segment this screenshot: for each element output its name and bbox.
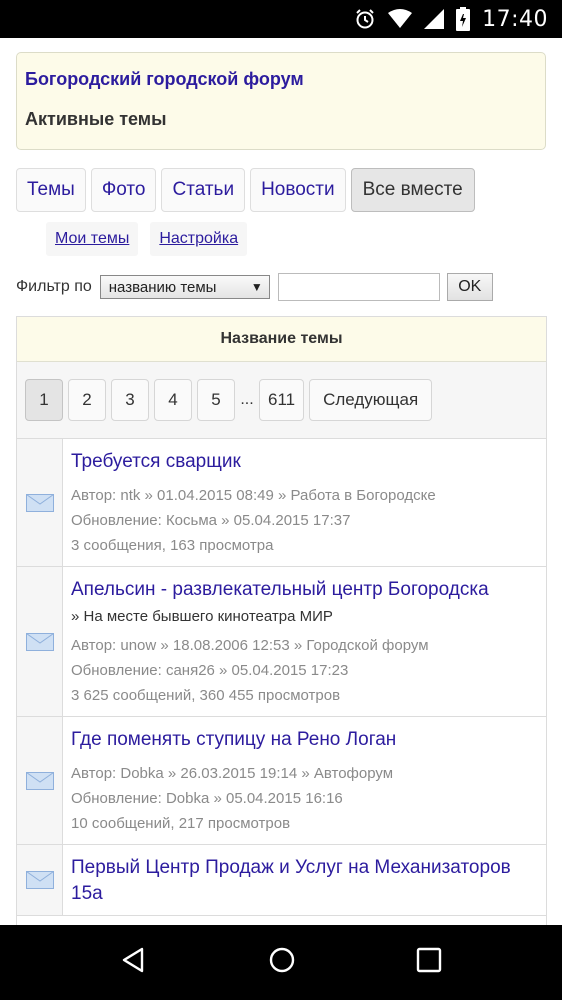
envelope-icon: [25, 871, 54, 889]
topic-stats: 3 625 сообщений, 360 455 просмотров: [71, 687, 341, 704]
wifi-icon: [388, 9, 413, 29]
dropdown-arrow-icon: ▼: [250, 280, 263, 294]
topic-author: Автор: unow » 18.08.2006 12:53 » Городск…: [71, 637, 429, 654]
forum-header: Богородский городской форум Активные тем…: [16, 52, 546, 150]
tab-articles[interactable]: Статьи: [161, 168, 246, 212]
table-row: Апельсин - развлекательный центр Богород…: [17, 567, 546, 717]
table-header: Название темы: [17, 317, 546, 362]
section-tabs: Темы Фото Статьи Новости Все вместе: [16, 168, 475, 212]
envelope-icon: [25, 771, 54, 790]
back-icon[interactable]: [120, 946, 148, 979]
recents-icon[interactable]: [416, 947, 442, 978]
topic-stats: 10 сообщений, 217 просмотров: [71, 815, 291, 832]
sub-links: Мои темы Настройка: [46, 222, 248, 256]
table-row: Первый Центр Продаж и Услуг на Механизат…: [17, 845, 546, 916]
topic-update: Обновление: Dobka » 05.04.2015 16:16: [71, 790, 343, 807]
topic-title-link[interactable]: Где поменять ступицу на Рено Логан: [71, 727, 538, 753]
page-ellipsis: ...: [240, 391, 254, 408]
filter-label: Фильтр по: [16, 278, 92, 295]
tab-news[interactable]: Новости: [250, 168, 346, 212]
page-button-last[interactable]: 611: [259, 379, 305, 421]
topic-author: Автор: Dobka » 26.03.2015 19:14 » Автофо…: [71, 765, 394, 782]
topic-title-link[interactable]: Первый Центр Продаж и Услуг на Механизат…: [71, 855, 538, 907]
forum-title-link[interactable]: Богородский городской форум: [25, 69, 537, 90]
page-button-1[interactable]: 1: [25, 379, 63, 421]
topic-stats: 3 сообщения, 163 просмотра: [71, 537, 274, 554]
page-button-4[interactable]: 4: [154, 379, 192, 421]
status-time: 17:40: [482, 6, 548, 32]
topic-title-link[interactable]: Требуется сварщик: [71, 449, 538, 475]
filter-select-value: названию темы: [108, 278, 217, 296]
page-content: Богородский городской форум Активные тем…: [0, 38, 562, 925]
pagination: 1 2 3 4 5 ... 611 Следующая: [17, 362, 546, 439]
filter-input[interactable]: [277, 273, 440, 301]
topics-table: Название темы 1 2 3 4 5 ... 611 Следующа…: [16, 316, 547, 925]
table-row: Где поменять ступицу на Рено Логан Автор…: [17, 717, 546, 845]
topic-update: Обновление: Косьма » 05.04.2015 17:37: [71, 512, 351, 529]
ok-button[interactable]: OK: [446, 273, 493, 301]
tab-topics[interactable]: Темы: [16, 168, 86, 212]
page-button-5[interactable]: 5: [197, 379, 235, 421]
topic-update: Обновление: саня26 » 05.04.2015 17:23: [71, 662, 349, 679]
page-button-2[interactable]: 2: [68, 379, 106, 421]
envelope-icon: [25, 632, 54, 651]
my-topics-link[interactable]: Мои темы: [46, 222, 139, 256]
topic-author: Автор: ntk » 01.04.2015 08:49 » Работа в…: [71, 487, 436, 504]
topic-subtitle: » На месте бывшего кинотеатра МИР: [71, 608, 333, 625]
alarm-icon: [354, 8, 376, 30]
table-row: Требуется сварщик Автор: ntk » 01.04.201…: [17, 439, 546, 567]
signal-icon: [424, 9, 445, 29]
status-bar: 17:40: [0, 0, 562, 38]
tab-all-together[interactable]: Все вместе: [350, 168, 475, 212]
topic-title-link[interactable]: Апельсин - развлекательный центр Богород…: [71, 577, 538, 603]
filter-select[interactable]: названию темы ▼: [99, 275, 270, 299]
settings-link[interactable]: Настройка: [150, 222, 248, 256]
home-icon[interactable]: [268, 946, 296, 979]
navigation-bar: [0, 925, 562, 1000]
envelope-icon: [25, 493, 54, 512]
page-button-3[interactable]: 3: [111, 379, 149, 421]
tab-photo[interactable]: Фото: [90, 168, 157, 212]
battery-icon: [456, 7, 471, 31]
filter-bar: Фильтр по названию темы ▼ OK: [16, 272, 493, 302]
page-title: Активные темы: [25, 109, 167, 129]
next-page-button[interactable]: Следующая: [309, 379, 433, 421]
